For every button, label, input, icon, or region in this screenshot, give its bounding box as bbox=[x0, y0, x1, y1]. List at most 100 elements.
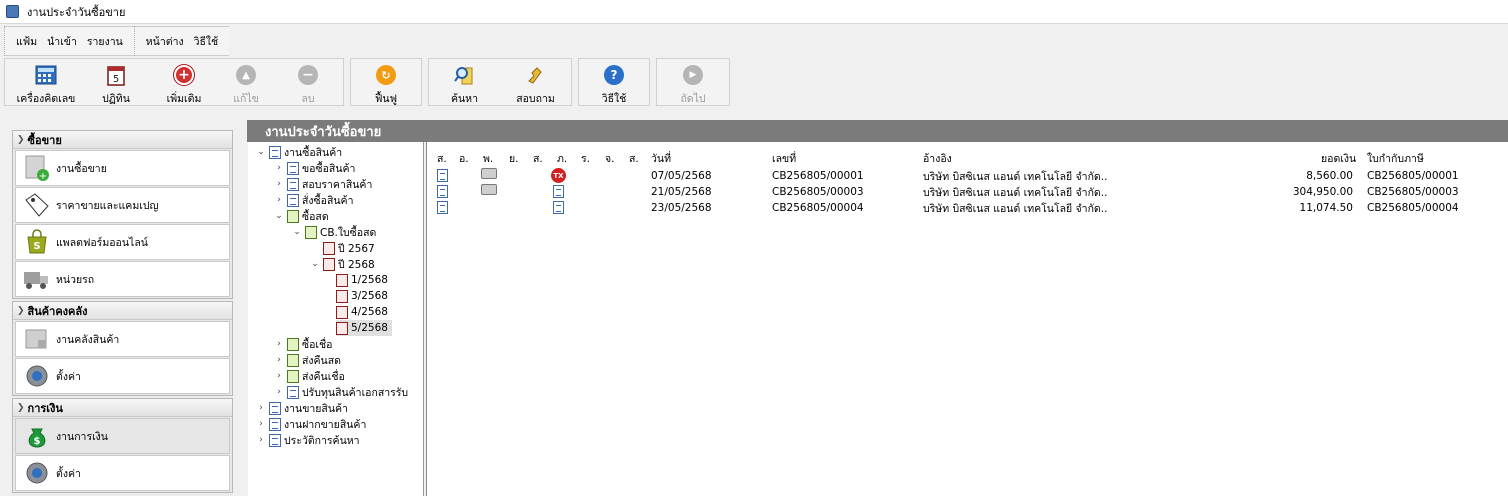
edit-button[interactable]: ▲ แก้ไข bbox=[215, 59, 277, 107]
expand-icon: › bbox=[277, 163, 281, 173]
next-button[interactable]: ▶ ถัดไป bbox=[657, 59, 729, 107]
column-header[interactable]: พ. bbox=[483, 150, 493, 167]
row-number[interactable]: CB256805/00004 bbox=[772, 200, 864, 216]
document-icon bbox=[269, 417, 281, 431]
gear-icon bbox=[22, 459, 52, 487]
row-tax-invoice[interactable]: CB256805/00004 bbox=[1367, 200, 1459, 216]
column-header[interactable]: เลขที่ bbox=[772, 150, 796, 167]
tree-node[interactable]: › ประวัติการค้นหา bbox=[256, 432, 360, 448]
menu-help[interactable]: วิธีใช้ bbox=[189, 33, 224, 50]
row-reference[interactable]: บริษัท บิสซิเนส แอนด์ เทคโนโลยี จำกัด.. bbox=[923, 200, 1107, 216]
column-header[interactable]: อ. bbox=[459, 150, 469, 167]
add-button[interactable]: + เพิ่มเติม bbox=[153, 59, 215, 107]
document-icon bbox=[437, 185, 448, 198]
column-header[interactable]: อ้างอิง bbox=[923, 150, 952, 167]
tree-node-label: 5/2568 bbox=[351, 322, 388, 334]
row-date[interactable]: 21/05/2568 bbox=[651, 184, 712, 200]
tree-node[interactable]: › สั่งซื้อสินค้า bbox=[274, 192, 353, 208]
column-header[interactable]: ย. bbox=[509, 150, 519, 167]
expand-icon: › bbox=[277, 371, 281, 381]
restore-label: ฟื้นฟู bbox=[374, 93, 398, 105]
sidebar-item-pricing[interactable]: ราคาขายและแคมเปญ bbox=[15, 187, 230, 223]
sidebar-item-trade-work[interactable]: + งานซื้อขาย bbox=[15, 150, 230, 186]
money-bag-icon: $ bbox=[22, 422, 52, 450]
tree-node[interactable]: ⌄ ซื้อสด bbox=[274, 208, 329, 224]
calculator-button[interactable]: เครื่องคิดเลข bbox=[5, 59, 87, 107]
column-header[interactable]: ภ. bbox=[557, 150, 567, 167]
row-amount[interactable]: 304,950.00 bbox=[1293, 184, 1353, 200]
row-tax-invoice[interactable]: CB256805/00001 bbox=[1367, 168, 1459, 184]
delete-label: ลบ bbox=[301, 93, 315, 105]
restore-icon: ↻ bbox=[375, 64, 397, 86]
row-amount[interactable]: 11,074.50 bbox=[1300, 200, 1353, 216]
column-header[interactable]: ยอดเงิน bbox=[1321, 150, 1356, 167]
sidebar-item-warehouse[interactable]: งานคลังสินค้า bbox=[15, 321, 230, 357]
delete-button[interactable]: − ลบ bbox=[277, 59, 339, 107]
cash-purchase-icon bbox=[287, 209, 299, 223]
add-label: เพิ่มเติม bbox=[166, 93, 202, 105]
tree-node-selected[interactable]: 5/2568 bbox=[336, 320, 392, 336]
menu-file[interactable]: แฟ้ม bbox=[11, 33, 42, 50]
row-amount[interactable]: 8,560.00 bbox=[1306, 168, 1353, 184]
calculator-icon bbox=[35, 64, 57, 86]
tree-node[interactable]: › ขอซื้อสินค้า bbox=[274, 160, 355, 176]
expand-icon: › bbox=[277, 355, 281, 365]
section-inventory: ❯ สินค้าคงคลัง งานคลังสินค้า ตั้งค่า bbox=[12, 301, 233, 396]
tree-node[interactable]: › ส่งคืนเชื่อ bbox=[274, 368, 345, 384]
tree-node-label: ซื้อสด bbox=[302, 210, 329, 223]
tree-node[interactable]: › ปรับทุนสินค้าเอกสารรับ bbox=[274, 384, 408, 400]
column-header[interactable]: ส. bbox=[629, 150, 639, 167]
column-header[interactable]: วันที่ bbox=[651, 150, 671, 167]
section-header-finance[interactable]: ❯ การเงิน bbox=[13, 399, 232, 417]
tree-node[interactable]: ⌄ ปี 2568 bbox=[310, 256, 375, 272]
tree-node[interactable]: 3/2568 bbox=[336, 288, 388, 304]
collapse-icon: ❯ bbox=[17, 305, 25, 316]
sidebar-item-vehicle-unit[interactable]: หน่วยรถ bbox=[15, 261, 230, 297]
sidebar-item-finance-settings[interactable]: ตั้งค่า bbox=[15, 455, 230, 491]
calendar-button[interactable]: 5 ปฏิทิน bbox=[87, 59, 145, 107]
calendar-icon bbox=[336, 273, 348, 287]
row-number[interactable]: CB256805/00001 bbox=[772, 168, 864, 184]
column-header[interactable]: จ. bbox=[605, 150, 615, 167]
column-header[interactable]: ส. bbox=[533, 150, 543, 167]
section-title: ซื้อขาย bbox=[27, 133, 62, 147]
row-date[interactable]: 07/05/2568 bbox=[651, 168, 712, 184]
search-button[interactable]: ค้นหา bbox=[429, 59, 500, 107]
menu-group-2: หน้าต่าง วิธีใช้ bbox=[133, 26, 229, 56]
tree-node[interactable]: ⌄ งานซื้อสินค้า bbox=[256, 144, 342, 160]
menu-import[interactable]: นำเข้า bbox=[42, 33, 82, 50]
menu-bar: แฟ้ม นำเข้า รายงาน หน้าต่าง วิธีใช้ bbox=[4, 26, 230, 56]
sidebar-item-online-platform[interactable]: S แพลตฟอร์มออนไลน์ bbox=[15, 224, 230, 260]
cash-purchase-icon bbox=[305, 225, 317, 239]
tree-node[interactable]: › งานฝากขายสินค้า bbox=[256, 416, 366, 432]
svg-text:5: 5 bbox=[113, 74, 119, 85]
help-button[interactable]: ? วิธีใช้ bbox=[579, 59, 649, 107]
section-header-trade[interactable]: ❯ ซื้อขาย bbox=[13, 131, 232, 149]
tree-node[interactable]: ⌄ CB.ใบซื้อสด bbox=[292, 224, 376, 240]
toolbar-group-5: ▶ ถัดไป bbox=[656, 58, 730, 106]
restore-button[interactable]: ↻ ฟื้นฟู bbox=[351, 59, 421, 107]
menu-report[interactable]: รายงาน bbox=[82, 33, 128, 50]
row-tax-invoice[interactable]: CB256805/00003 bbox=[1367, 184, 1459, 200]
column-header[interactable]: ใบกำกับภาษี bbox=[1367, 150, 1424, 167]
tree-node[interactable]: › ซื้อเชื่อ bbox=[274, 336, 332, 352]
tree-node[interactable]: › สอบราคาสินค้า bbox=[274, 176, 372, 192]
row-reference[interactable]: บริษัท บิสซิเนส แอนด์ เทคโนโลยี จำกัด.. bbox=[923, 168, 1107, 184]
row-number[interactable]: CB256805/00003 bbox=[772, 184, 864, 200]
tree-node[interactable]: › งานขายสินค้า bbox=[256, 400, 348, 416]
tree-node[interactable]: 4/2568 bbox=[336, 304, 388, 320]
column-header[interactable]: ส. bbox=[437, 150, 447, 167]
menu-window[interactable]: หน้าต่าง bbox=[141, 33, 189, 50]
tree-node[interactable]: › ส่งคืนสด bbox=[274, 352, 341, 368]
add-icon: + bbox=[173, 64, 195, 86]
inquiry-button[interactable]: สอบถาม bbox=[500, 59, 571, 107]
tree-node[interactable]: 1/2568 bbox=[336, 272, 388, 288]
row-date[interactable]: 23/05/2568 bbox=[651, 200, 712, 216]
column-header[interactable]: ร. bbox=[581, 150, 590, 167]
row-reference[interactable]: บริษัท บิสซิเนส แอนด์ เทคโนโลยี จำกัด.. bbox=[923, 184, 1107, 200]
sidebar-item-inventory-settings[interactable]: ตั้งค่า bbox=[15, 358, 230, 394]
section-header-inventory[interactable]: ❯ สินค้าคงคลัง bbox=[13, 302, 232, 320]
tree-node[interactable]: ปี 2567 bbox=[310, 240, 375, 256]
sidebar-item-finance-work[interactable]: $ งานการเงิน bbox=[15, 418, 230, 454]
tree-view: ⌄ งานซื้อสินค้า › ขอซื้อสินค้า › สอบราคาสิน… bbox=[248, 142, 424, 496]
